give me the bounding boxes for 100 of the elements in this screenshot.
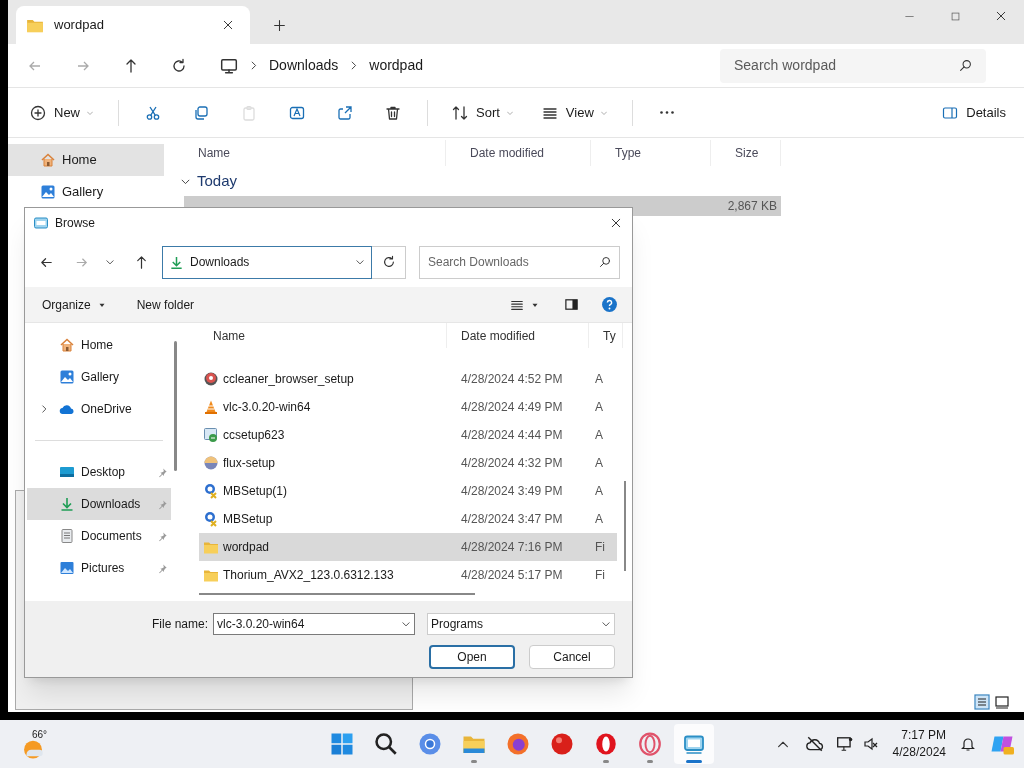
details-view-button[interactable] (974, 694, 990, 710)
refresh-icon (381, 255, 396, 269)
bell-icon (960, 736, 976, 752)
address-bar[interactable]: Downloads wordpad (220, 55, 720, 76)
file-type: A (595, 400, 603, 414)
column-header[interactable]: Type (615, 144, 641, 162)
nav-label: Documents (81, 528, 143, 545)
tab[interactable]: wordpad (16, 6, 250, 44)
file-row[interactable]: MBSetup 4/28/2024 3:47 PM A (199, 505, 617, 533)
sort-button[interactable]: Sort (448, 102, 518, 123)
ring-browser-icon (418, 732, 442, 756)
new-button[interactable]: New (26, 102, 98, 123)
nav-label: Downloads (81, 496, 142, 513)
file-type: A (595, 456, 603, 470)
column-header[interactable]: Ty (603, 326, 616, 345)
nav-item[interactable]: Pictures (27, 552, 171, 584)
group-header[interactable]: Today (174, 166, 1024, 196)
details-button[interactable]: Details (938, 102, 1010, 123)
file-name-input[interactable]: vlc-3.0.20-win64 (217, 615, 401, 633)
scissors-icon (145, 104, 161, 121)
search-field[interactable]: Search wordpad (720, 48, 986, 83)
running-indicator (471, 760, 477, 763)
preview-pane-button[interactable] (564, 297, 579, 312)
file-date: 4/28/2024 7:16 PM (461, 540, 563, 554)
file-row[interactable]: flux-setup 4/28/2024 4:32 PM A (199, 449, 617, 477)
sidebar-item[interactable]: Home (8, 144, 164, 176)
view-button[interactable]: View (537, 102, 612, 123)
group-label: Today (197, 170, 238, 191)
search-input[interactable]: Search wordpad (734, 55, 934, 76)
pin-icon (157, 530, 168, 542)
sort-icon (452, 104, 468, 121)
search-input[interactable]: Search Downloads (428, 253, 599, 271)
windows-logo-icon (330, 732, 354, 756)
file-name: vlc-3.0.20-win64 (223, 399, 311, 416)
dialog-button[interactable]: Open (429, 645, 515, 669)
sidebar-item[interactable]: Gallery (8, 176, 164, 208)
nav-label: Pictures (81, 560, 126, 577)
window-icon (33, 214, 49, 231)
breadcrumb-item[interactable]: wordpad (369, 55, 423, 76)
file-type-dropdown[interactable]: Programs (427, 613, 615, 635)
running-indicator (686, 760, 702, 763)
column-header[interactable]: Name (213, 326, 245, 345)
file-row[interactable]: wordpad 4/28/2024 7:16 PM Fi (199, 533, 617, 561)
address-text: Downloads (190, 254, 251, 271)
nav-item[interactable]: Gallery (27, 361, 171, 393)
house-icon (59, 337, 75, 353)
disc-icon (203, 371, 219, 387)
file-type: A (595, 484, 603, 498)
file-date: 4/28/2024 4:52 PM (461, 372, 563, 386)
preview-pane-icon (564, 297, 579, 312)
nav-item[interactable]: Documents (27, 520, 171, 552)
file-type: A (595, 512, 603, 526)
recent-locations-button[interactable] (103, 257, 117, 267)
column-header[interactable]: Date modified (470, 144, 545, 162)
scrollbar-thumb[interactable] (624, 481, 626, 571)
file-row[interactable]: MBSetup(1) 4/28/2024 3:49 PM A (199, 477, 617, 505)
search-field[interactable]: Search Downloads (419, 245, 620, 279)
chevron-down-icon (601, 619, 611, 629)
file-row[interactable]: ccleaner_browser_setup 4/28/2024 4:52 PM A (199, 365, 617, 393)
file-name: MBSetup(1) (223, 483, 288, 500)
dialog-button[interactable]: Cancel (529, 645, 615, 669)
nav-item[interactable]: Home (27, 329, 171, 361)
dropdown-value: Programs (431, 616, 484, 633)
nav-item[interactable]: Desktop (27, 456, 171, 488)
fox-browser-icon (506, 732, 530, 756)
file-name: MBSetup (223, 511, 273, 528)
cloud-off-icon (805, 735, 824, 753)
breadcrumb-item[interactable]: Downloads (269, 55, 339, 76)
scrollbar-thumb[interactable] (199, 593, 475, 595)
chevron-down-icon (401, 619, 411, 629)
tiles-view-button[interactable] (994, 694, 1010, 710)
clock-time: 7:17 PM (901, 727, 946, 744)
file-row[interactable]: vlc-3.0.20-win64 4/28/2024 4:49 PM A (199, 393, 617, 421)
help-button[interactable] (601, 296, 618, 313)
running-indicator (603, 760, 609, 763)
chevron-down-icon (86, 108, 94, 117)
column-header[interactable]: Size (735, 144, 759, 162)
refresh-icon (171, 57, 187, 74)
nav-label: Desktop (81, 464, 127, 481)
download-icon (169, 254, 184, 270)
chevron-down-icon (105, 257, 115, 267)
organize-button[interactable]: Organize (42, 295, 107, 314)
nav-label: Gallery (81, 369, 120, 386)
file-row[interactable]: ccsetup623 4/28/2024 4:44 PM A (199, 421, 617, 449)
search-icon (374, 732, 398, 756)
file-size: 2,867 KB (727, 198, 777, 215)
scrollbar-thumb[interactable] (174, 341, 177, 471)
weather-button[interactable]: 66° (20, 724, 60, 764)
pin-icon (157, 562, 168, 574)
file-row[interactable]: Thorium_AVX2_123.0.6312.133 4/28/2024 5:17 PM Fi (199, 561, 617, 589)
new-folder-button[interactable]: New folder (136, 295, 195, 314)
search-icon (599, 256, 611, 268)
column-header[interactable]: Name (198, 144, 230, 162)
column-header[interactable]: Date modified (461, 326, 536, 345)
file-name-field[interactable]: vlc-3.0.20-win64 (213, 613, 415, 635)
address-field[interactable]: Downloads (162, 245, 372, 279)
clock-button[interactable]: 7:17 PM 4/28/2024 (892, 727, 946, 761)
nav-item[interactable]: Downloads (27, 488, 171, 520)
nav-item[interactable]: OneDrive (27, 393, 171, 425)
field-label: File name: (151, 616, 208, 633)
